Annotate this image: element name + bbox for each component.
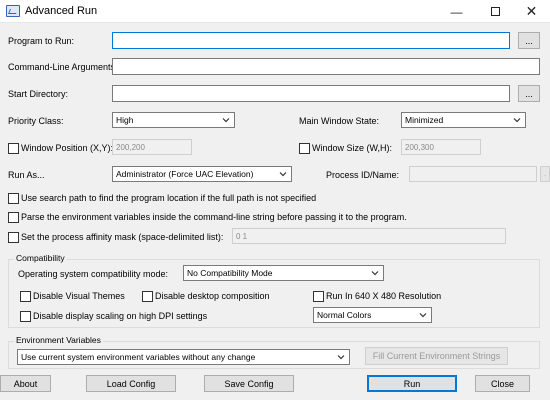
affinity-input[interactable]: 0 1: [232, 228, 506, 244]
environment-title: Environment Variables: [14, 335, 103, 345]
args-input[interactable]: [112, 58, 540, 75]
startdir-label: Start Directory:: [8, 89, 69, 99]
disable-themes-checkbox[interactable]: [20, 291, 31, 302]
compat-mode-label: Operating system compatibility mode:: [18, 269, 169, 279]
disable-composition-label: Disable desktop composition: [155, 291, 270, 301]
run-button[interactable]: Run: [367, 375, 457, 392]
fill-env-button[interactable]: Fill Current Environment Strings: [365, 347, 508, 365]
priority-label: Priority Class:: [8, 116, 64, 126]
run-640-checkbox[interactable]: [313, 291, 324, 302]
chevron-down-icon: [513, 118, 521, 123]
processid-label: Process ID/Name:: [326, 170, 400, 180]
winpos-input[interactable]: 200,200: [112, 139, 192, 155]
startdir-input[interactable]: [112, 85, 510, 102]
program-input[interactable]: [112, 32, 510, 49]
winsize-input[interactable]: 200,300: [401, 139, 481, 155]
runas-value: Administrator (Force UAC Elevation): [116, 169, 254, 179]
disable-dpi-label: Disable display scaling on high DPI sett…: [33, 311, 208, 321]
run-640-label: Run In 640 X 480 Resolution: [326, 291, 442, 301]
runas-select[interactable]: Administrator (Force UAC Elevation): [112, 166, 292, 182]
processid-browse-button[interactable]: .: [540, 166, 550, 182]
winpos-checkbox[interactable]: [8, 143, 19, 154]
colors-value: Normal Colors: [317, 310, 372, 320]
load-config-button[interactable]: Load Config: [86, 375, 176, 392]
winsize-label: Window Size (W,H):: [312, 143, 393, 153]
colors-select[interactable]: Normal Colors: [313, 307, 432, 323]
mainwin-label: Main Window State:: [299, 116, 380, 126]
chevron-down-icon: [419, 313, 427, 318]
compatibility-title: Compatibility: [14, 253, 67, 263]
chevron-down-icon: [279, 172, 287, 177]
mainwin-select[interactable]: Minimized: [401, 112, 526, 128]
close-window-icon[interactable]: ✕: [513, 0, 550, 23]
priority-value: High: [116, 115, 134, 125]
startdir-browse-button[interactable]: ...: [518, 85, 540, 102]
parse-env-label: Parse the environment variables inside t…: [21, 212, 407, 222]
compat-mode-select[interactable]: No Compatibility Mode: [183, 265, 384, 281]
disable-dpi-checkbox[interactable]: [20, 311, 31, 322]
program-label: Program to Run:: [8, 36, 75, 46]
disable-themes-label: Disable Visual Themes: [33, 291, 125, 301]
args-label: Command-Line Arguments:: [8, 62, 118, 72]
env-option-select[interactable]: Use current system environment variables…: [17, 349, 350, 365]
chevron-down-icon: [337, 355, 345, 360]
runas-label: Run As...: [8, 170, 45, 180]
disable-composition-checkbox[interactable]: [142, 291, 153, 302]
program-browse-button[interactable]: ...: [518, 32, 540, 49]
window-title: Advanced Run: [25, 5, 98, 17]
minimize-icon[interactable]: —: [438, 0, 475, 23]
winsize-checkbox[interactable]: [299, 143, 310, 154]
parse-env-checkbox[interactable]: [8, 212, 19, 223]
affinity-checkbox[interactable]: [8, 232, 19, 243]
chevron-down-icon: [371, 271, 379, 276]
close-button[interactable]: Close: [475, 375, 530, 392]
maximize-icon[interactable]: [477, 0, 514, 23]
search-path-label: Use search path to find the program loca…: [21, 193, 317, 203]
about-button[interactable]: About: [0, 375, 51, 392]
affinity-label: Set the process affinity mask (space-del…: [21, 232, 224, 242]
processid-input[interactable]: [409, 166, 537, 182]
compat-mode-value: No Compatibility Mode: [187, 268, 273, 278]
mainwin-value: Minimized: [405, 115, 444, 125]
winpos-label: Window Position (X,Y):: [21, 143, 114, 153]
title-bar: Advanced Run — ✕: [0, 0, 550, 23]
env-option-value: Use current system environment variables…: [21, 352, 256, 362]
priority-select[interactable]: High: [112, 112, 235, 128]
chevron-down-icon: [222, 118, 230, 123]
app-icon: [6, 5, 20, 17]
save-config-button[interactable]: Save Config: [204, 375, 294, 392]
search-path-checkbox[interactable]: [8, 193, 19, 204]
